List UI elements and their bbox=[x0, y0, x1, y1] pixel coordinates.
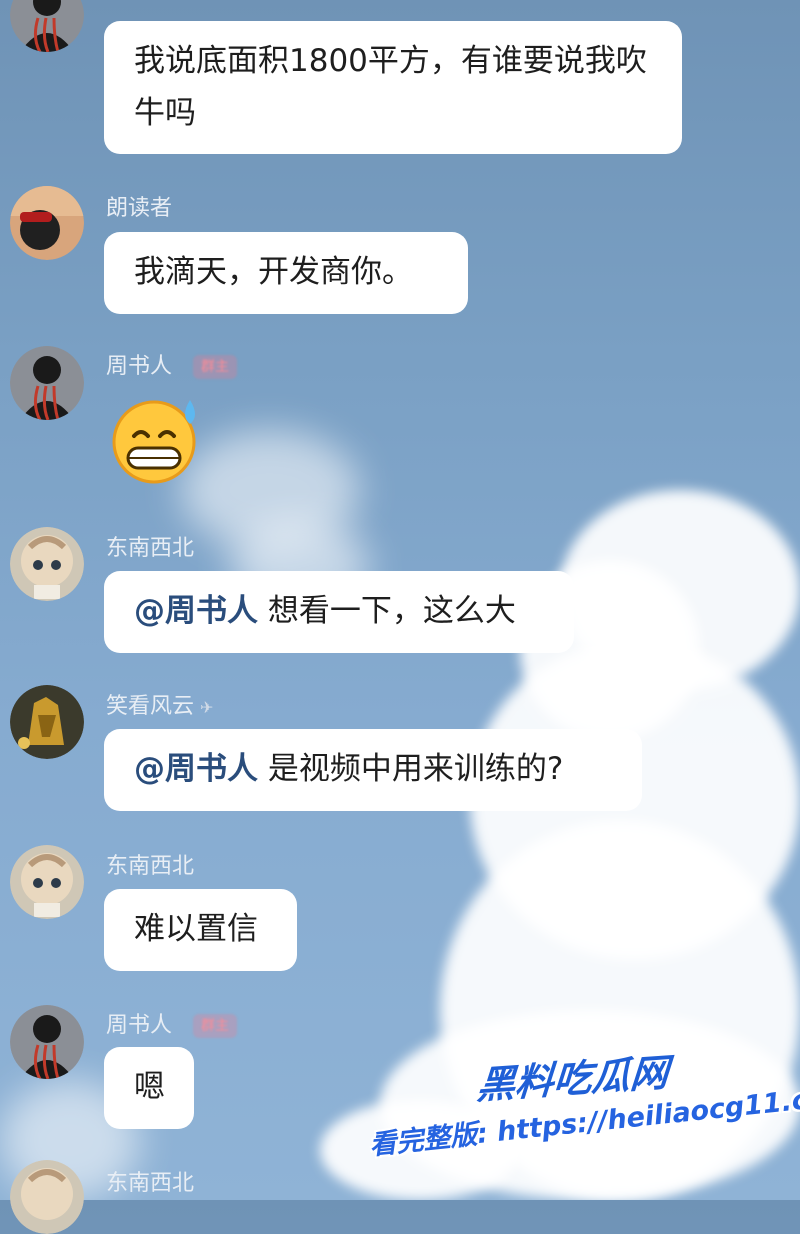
message-bubble[interactable]: 我滴天，开发商你。 bbox=[104, 232, 468, 314]
message-bubble[interactable]: @周书人 想看一下，这么大 bbox=[104, 571, 574, 653]
sender-name: 朗读者 bbox=[106, 196, 173, 221]
avatar[interactable] bbox=[10, 186, 84, 260]
message-text: 难以置信 bbox=[134, 911, 258, 947]
sender-name: 东南西北 bbox=[106, 854, 195, 879]
sender-name: 东南西北 bbox=[106, 1171, 195, 1196]
sender-name-text: 周书人 bbox=[106, 1013, 173, 1038]
mention-link[interactable]: @周书人 bbox=[134, 751, 258, 787]
message-text: 是视频中用来训练的? bbox=[267, 751, 564, 787]
avatar[interactable] bbox=[10, 685, 84, 759]
sender-name: 东南西北 bbox=[106, 536, 195, 561]
avatar[interactable] bbox=[10, 1160, 84, 1234]
owner-badge: 群主 bbox=[193, 1014, 238, 1038]
sender-name-text: 周书人 bbox=[106, 354, 173, 379]
message-text: 我滴天，开发商你。 bbox=[134, 254, 413, 290]
message-bubble[interactable]: @周书人 是视频中用来训练的? bbox=[104, 729, 642, 811]
sweat-smile-emoji bbox=[108, 398, 204, 484]
message-text: 我说底面积1800平方，有谁要说我吹牛吗 bbox=[134, 43, 647, 131]
sender-name: 周书人 群主 bbox=[106, 1007, 238, 1039]
message-text: 嗯 bbox=[134, 1069, 165, 1105]
message-bubble[interactable]: 嗯 bbox=[104, 1047, 194, 1129]
owner-badge: 群主 bbox=[193, 355, 238, 379]
mention-link[interactable]: @周书人 bbox=[134, 593, 258, 629]
sender-name-text: 笑看风云 bbox=[106, 694, 195, 719]
avatar[interactable] bbox=[10, 527, 84, 601]
message-bubble[interactable]: 难以置信 bbox=[104, 889, 297, 971]
avatar[interactable] bbox=[10, 346, 84, 420]
avatar[interactable] bbox=[10, 845, 84, 919]
sender-name: 周书人 群主 bbox=[106, 348, 238, 380]
avatar[interactable] bbox=[10, 1005, 84, 1079]
message-bubble[interactable]: 我说底面积1800平方，有谁要说我吹牛吗 bbox=[104, 21, 682, 154]
sender-name: 笑看风云 ✈ bbox=[106, 688, 213, 720]
message-text: 想看一下，这么大 bbox=[267, 593, 516, 629]
level-icon: ✈ bbox=[200, 698, 214, 717]
